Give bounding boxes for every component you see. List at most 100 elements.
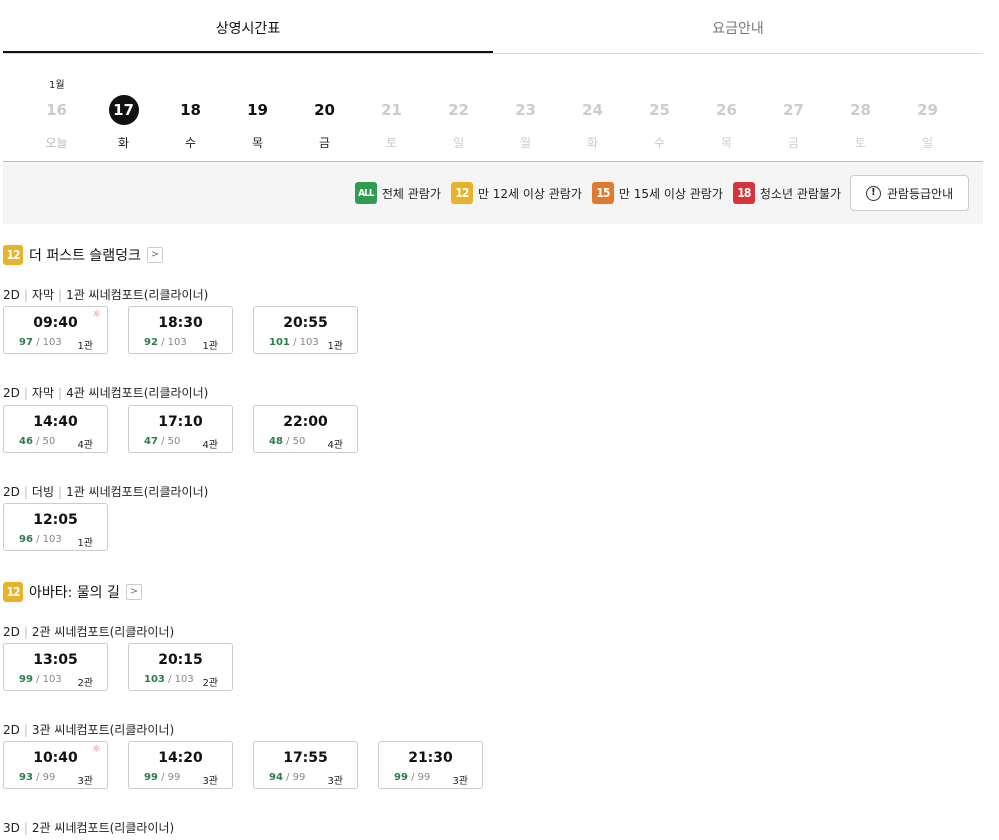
date-day: 화 <box>117 136 130 150</box>
rating-legend: ALL 전체 관람가 12 만 12세 이상 관람가 15 만 15세 이상 관람가 … <box>354 182 841 204</box>
date-day: 토 <box>854 136 867 150</box>
showtime-slot[interactable]: 14:20 99 / 99 3관 <box>128 741 233 789</box>
seat-count: 99 / 99 <box>144 772 181 783</box>
rating-18-icon: 18 <box>732 182 755 204</box>
format-type: 3D <box>3 821 20 835</box>
showtime-slot[interactable]: 13:05 99 / 103 2관 <box>3 643 108 691</box>
chevron-right-icon[interactable]: > <box>125 584 142 600</box>
format-type: 2D <box>3 485 20 499</box>
separator: | <box>23 288 28 302</box>
showtime-time: 14:40 <box>33 414 78 430</box>
date-20[interactable]: 20 금 <box>291 95 358 155</box>
showtime-slot[interactable]: 20:55 101 / 103 1관 <box>253 306 358 354</box>
seat-count: 101 / 103 <box>269 337 319 348</box>
date-day: 오늘 <box>45 136 68 150</box>
date-number: 16 <box>46 101 67 119</box>
date-22: 22 일 <box>425 95 492 155</box>
legend-item-18: 18 청소년 관람불가 <box>732 182 841 204</box>
showtime-slot[interactable]: 18:30 92 / 103 1관 <box>128 306 233 354</box>
seat-count: 96 / 103 <box>19 534 62 545</box>
date-number: 20 <box>314 101 335 119</box>
seat-count: 103 / 103 <box>144 674 194 685</box>
separator: | <box>23 821 28 835</box>
date-number: 18 <box>180 101 201 119</box>
date-strip: 16 오늘 17 화 18 수 19 목 20 금 21 토 22 일 23 월 24 화 25 수… <box>23 95 963 155</box>
showtime-time: 09:40 <box>33 315 78 331</box>
rating-12-icon: 12 <box>450 182 473 204</box>
screen-format-line: 2D | 자막 | 1관 씨네컴포트(리클라이너) <box>3 286 208 303</box>
tab-pricing[interactable]: 요금안내 <box>493 0 983 53</box>
showtime-list: ☼ 09:40 97 / 103 1관 18:30 92 / 103 1관 20… <box>3 306 358 354</box>
screen-name: 4관 씨네컴포트(리클라이너) <box>66 386 209 400</box>
screen-format-line: 2D | 2관 씨네컴포트(리클라이너) <box>3 623 174 640</box>
seat-count: 93 / 99 <box>19 772 56 783</box>
date-21: 21 토 <box>358 95 425 155</box>
month-label: 1월 <box>49 80 65 91</box>
seat-count: 97 / 103 <box>19 337 62 348</box>
screen-name: 1관 씨네컴포트(리클라이너) <box>66 485 209 499</box>
tab-showtimes[interactable]: 상영시간표 <box>3 0 493 53</box>
date-17[interactable]: 17 화 <box>90 95 157 155</box>
screen-format-line: 2D | 3관 씨네컴포트(리클라이너) <box>3 721 174 738</box>
showtime-time: 14:20 <box>158 750 203 766</box>
seat-count: 46 / 50 <box>19 436 56 447</box>
showtime-time: 21:30 <box>408 750 453 766</box>
date-number: 28 <box>850 101 871 119</box>
showtime-slot[interactable]: ☼ 10:40 93 / 99 3관 <box>3 741 108 789</box>
date-number: 22 <box>448 101 469 119</box>
subtitle-type: 자막 <box>31 386 55 400</box>
date-number: 17 <box>108 95 139 125</box>
seat-count: 99 / 99 <box>394 772 431 783</box>
date-16: 16 오늘 <box>23 95 90 155</box>
movie-title[interactable]: 더 퍼스트 슬램덩크 <box>29 245 141 265</box>
showtime-time: 18:30 <box>158 315 203 331</box>
screen-name: 2관 씨네컴포트(리클라이너) <box>31 821 175 835</box>
showtime-slot[interactable]: 12:05 96 / 103 1관 <box>3 503 108 551</box>
seat-count: 94 / 99 <box>269 772 306 783</box>
date-number: 19 <box>247 101 268 119</box>
showtime-slot[interactable]: 14:40 46 / 50 4관 <box>3 405 108 453</box>
date-day: 일 <box>921 136 934 150</box>
date-19[interactable]: 19 목 <box>224 95 291 155</box>
date-day: 목 <box>720 136 733 150</box>
showtime-slot[interactable]: 20:15 103 / 103 2관 <box>128 643 233 691</box>
hall-label: 1관 <box>77 538 93 549</box>
separator: | <box>58 485 63 499</box>
showtime-slot[interactable]: 17:10 47 / 50 4관 <box>128 405 233 453</box>
showtime-slot[interactable]: 22:00 48 / 50 4관 <box>253 405 358 453</box>
date-day: 금 <box>787 136 800 150</box>
format-type: 2D <box>3 625 20 639</box>
rating-12-icon: 12 <box>3 582 23 602</box>
showtime-slot[interactable]: ☼ 09:40 97 / 103 1관 <box>3 306 108 354</box>
legend-label: 만 15세 이상 관람가 <box>618 186 723 201</box>
date-number: 24 <box>582 101 603 119</box>
showtime-time: 12:05 <box>33 512 78 528</box>
date-25: 25 수 <box>626 95 693 155</box>
legend-label: 만 12세 이상 관람가 <box>477 186 582 201</box>
hall-label: 1관 <box>327 341 343 352</box>
date-number: 21 <box>381 101 402 119</box>
separator: | <box>23 723 28 737</box>
showtime-slot[interactable]: 21:30 99 / 99 3관 <box>378 741 483 789</box>
seat-count: 99 / 103 <box>19 674 62 685</box>
legend-item-15: 15 만 15세 이상 관람가 <box>591 182 723 204</box>
date-18[interactable]: 18 수 <box>157 95 224 155</box>
movie-title[interactable]: 아바타: 물의 길 <box>29 582 120 602</box>
showtime-list: 13:05 99 / 103 2관 20:15 103 / 103 2관 <box>3 643 233 691</box>
seat-count: 48 / 50 <box>269 436 306 447</box>
showtime-slot[interactable]: 17:55 94 / 99 3관 <box>253 741 358 789</box>
hall-label: 4관 <box>202 440 218 451</box>
showtime-list: 12:05 96 / 103 1관 <box>3 503 108 551</box>
date-number: 29 <box>917 101 938 119</box>
screen-format-line: 2D | 자막 | 4관 씨네컴포트(리클라이너) <box>3 384 208 401</box>
date-day: 수 <box>184 136 197 150</box>
showtime-time: 13:05 <box>33 652 78 668</box>
date-day: 월 <box>519 136 532 150</box>
hall-label: 2관 <box>77 678 93 689</box>
rating-all-icon: ALL <box>354 182 377 204</box>
rating-guide-button[interactable]: ! 관람등급안내 <box>850 175 969 211</box>
separator: | <box>23 386 28 400</box>
chevron-right-icon[interactable]: > <box>146 247 163 263</box>
subtitle-type: 자막 <box>31 288 55 302</box>
rating-12-icon: 12 <box>3 245 23 265</box>
